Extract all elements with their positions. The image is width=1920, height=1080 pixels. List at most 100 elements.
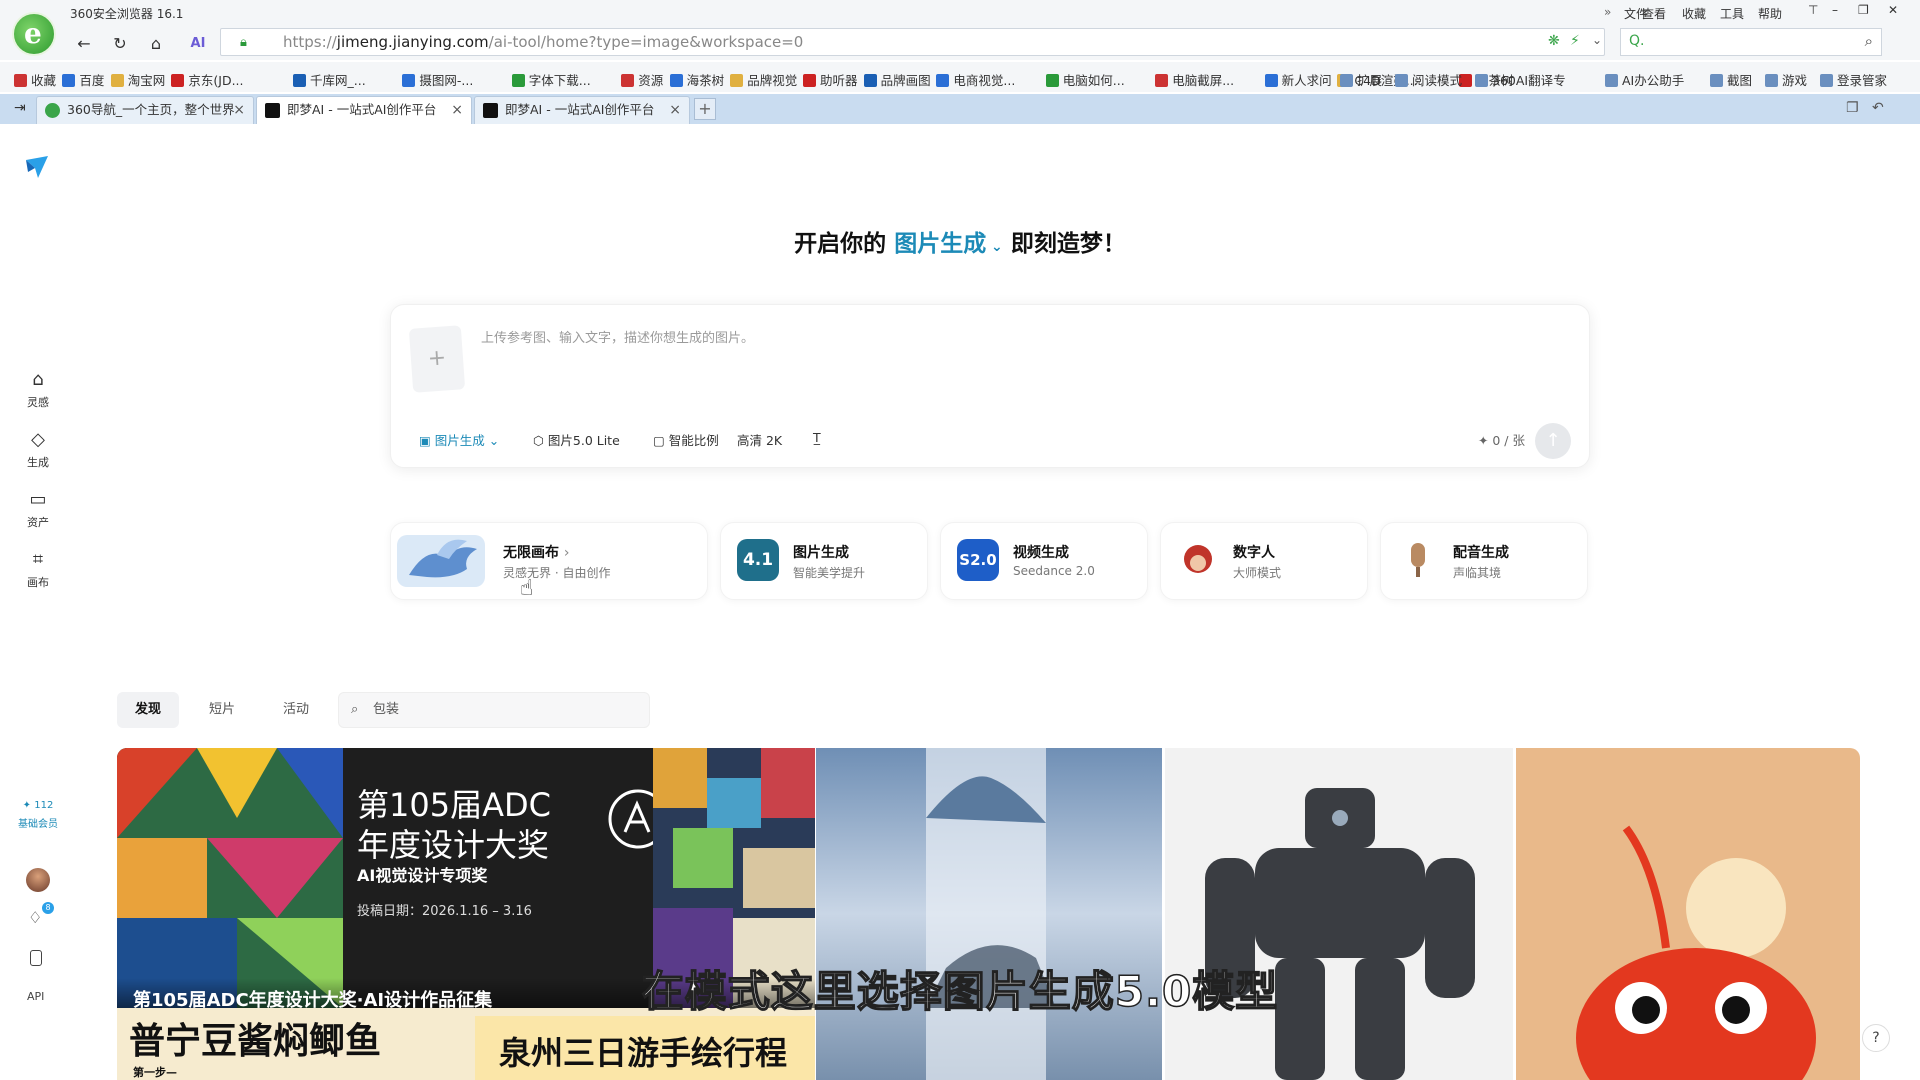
new-tab-button[interactable]: + (694, 98, 716, 120)
close-tab-icon[interactable]: × (669, 97, 681, 123)
bookmark-item[interactable]: 京东(JD... (171, 70, 244, 89)
pin-icon[interactable]: ⊤ (1808, 3, 1818, 17)
bookmark-item[interactable]: 电商视觉... (936, 70, 1015, 89)
feature-sub: 大师模式 (1233, 566, 1282, 580)
jimeng-logo-icon[interactable] (24, 154, 50, 180)
gallery-card-cartoon[interactable] (1516, 748, 1860, 1080)
send-button[interactable]: ↑ (1535, 423, 1571, 459)
feature-infinite-canvas[interactable]: 无限画布 › 灵感无界 · 自由创作 (390, 522, 708, 600)
bookmark-item[interactable]: 收藏 (14, 70, 56, 89)
bookmark-item[interactable]: 电脑截屏... (1155, 70, 1234, 89)
feature-digital-human[interactable]: 数字人 大师模式 (1160, 522, 1368, 600)
toolbar-item[interactable]: 游戏 (1765, 70, 1807, 89)
mode-select[interactable]: ▣ 图片生成 ⌄ (419, 430, 499, 449)
minimize-icon[interactable]: – (1832, 3, 1838, 17)
mode-switcher[interactable]: 图片生成 ⌄ (894, 231, 1003, 257)
feature-video-gen[interactable]: S2.0 视频生成 Seedance 2.0 (940, 522, 1148, 600)
menu-help[interactable]: 帮助 (1758, 5, 1782, 22)
toolbar-item[interactable]: 阅读模式 (1395, 70, 1462, 89)
bookmark-item[interactable]: 新人求问 (1264, 70, 1332, 89)
refresh-icon[interactable]: ↻ (108, 32, 132, 56)
credit-cost: ✦ 0 / 张 (1477, 433, 1525, 448)
model-select[interactable]: ⬡ 图片5.0 Lite (533, 430, 620, 449)
extension-icon[interactable]: ❋ (1548, 33, 1560, 49)
toolbar-icon (1340, 74, 1353, 87)
tab-jimeng-2[interactable]: 即梦AI - 一站式AI创作平台 × (474, 96, 690, 124)
tab-360-nav[interactable]: 360导航_一个主页，整个世界 × (36, 96, 254, 124)
bookmark-icon (1264, 74, 1278, 87)
feature-title: 图片生成 (793, 545, 849, 561)
prompt-input[interactable]: 上传参考图、输入文字，描述你想生成的图片。 (481, 327, 754, 346)
bookmark-item[interactable]: 千库网_... (293, 70, 366, 89)
quality-select[interactable]: 高清 2K (737, 430, 782, 449)
toolbar-item[interactable]: AI办公助手 (1605, 70, 1684, 89)
home-icon[interactable]: ⌂ (144, 32, 168, 56)
sidebar-item-generate[interactable]: ◇ 生成 (18, 430, 58, 470)
close-window-icon[interactable]: ✕ (1888, 3, 1898, 17)
close-tab-icon[interactable]: × (451, 97, 463, 123)
adc-date: 投稿日期：2026.1.16 – 3.16 (357, 904, 532, 919)
menu-tools[interactable]: 工具 (1720, 5, 1744, 22)
lightning-icon[interactable]: ⚡ (1570, 33, 1580, 49)
address-bar[interactable]: https://jimeng.jianying.com/ai-tool/home… (220, 28, 1605, 56)
ai-icon[interactable]: AI (186, 32, 210, 56)
travel-title: 泉州三日游手绘行程 (499, 1034, 788, 1072)
menu-favorites[interactable]: 收藏 (1682, 5, 1706, 22)
bookmark-item[interactable]: 百度 (62, 70, 104, 89)
avatar[interactable] (26, 868, 50, 892)
help-icon[interactable]: ? (1862, 1024, 1890, 1052)
feature-title: 数字人 (1233, 545, 1275, 561)
bookmark-item[interactable]: 助听器 (803, 70, 858, 89)
gallery-card-mountain[interactable] (816, 748, 1162, 1080)
bookmark-item[interactable]: 淘宝网 (110, 70, 165, 89)
text-settings-icon[interactable]: T̲ (813, 430, 821, 445)
tab-shorts[interactable]: 短片 (191, 692, 253, 728)
bookmark-item[interactable]: 海茶树 (669, 70, 724, 89)
travel-card[interactable]: 泉州三日游手绘行程 (475, 1016, 815, 1080)
toolbar-item[interactable]: 截图 (1710, 70, 1752, 89)
tab-jimeng-1[interactable]: 即梦AI - 一站式AI创作平台 × (256, 96, 472, 124)
restore-icon[interactable]: ❐ (1858, 3, 1869, 17)
sidebar-item-canvas[interactable]: ⌗ 画布 (18, 550, 58, 590)
toolbar-item[interactable]: 360AI翻译专 (1475, 70, 1566, 89)
image-gen-icon: 4.1 (737, 539, 779, 581)
bell-icon[interactable]: ♢ (28, 908, 42, 927)
tab-list-icon[interactable]: ❐ (1846, 100, 1859, 116)
gallery-search-input[interactable]: ⌕ 包装 (338, 692, 650, 728)
feature-voice-gen[interactable]: 配音生成 声临其境 (1380, 522, 1588, 600)
dropdown-icon[interactable]: ⌄ (1592, 33, 1602, 47)
more-icon[interactable]: » (1604, 5, 1611, 19)
toolbar-item[interactable]: 扩展 (1340, 70, 1382, 89)
microphone-icon (1411, 543, 1425, 577)
sidebar-item-assets[interactable]: ▭ 资产 (18, 490, 58, 530)
gallery-card-adc[interactable]: 第105届ADC 年度设计大奖 AI视觉设计专项奖 投稿日期：2026.1.16… (117, 748, 815, 1080)
bookmark-item[interactable]: 品牌画图 (863, 70, 931, 89)
recipe-sub: 第一步— (133, 1066, 177, 1079)
chevron-down-icon: ⌄ (986, 239, 1003, 255)
browser-search-input[interactable]: Q. ⌕ (1620, 28, 1882, 56)
bookmark-item[interactable]: 品牌视觉 (730, 70, 797, 89)
bookmark-item[interactable]: 摄图网-... (402, 70, 473, 89)
gallery-card-robot[interactable] (1165, 748, 1513, 1080)
sidebar-toggle-icon[interactable]: ⇥ (14, 100, 26, 116)
close-tab-icon[interactable]: × (233, 97, 245, 123)
credits-badge[interactable]: ✦ 112 基础会员 (12, 800, 64, 830)
bookmark-icon (14, 74, 27, 87)
ratio-select[interactable]: ▢ 智能比例 (653, 430, 719, 449)
feature-image-gen[interactable]: 4.1 图片生成 智能美学提升 (720, 522, 928, 600)
tab-discover[interactable]: 发现 (117, 692, 180, 728)
toolbar-icon (1765, 74, 1778, 87)
browser-logo-icon[interactable]: e (12, 12, 56, 56)
bookmark-item[interactable]: 字体下载... (511, 70, 591, 89)
bookmark-item[interactable]: 资源 (621, 70, 663, 89)
toolbar-item[interactable]: 登录管家 (1820, 70, 1887, 89)
undo-close-icon[interactable]: ↶ (1872, 100, 1884, 116)
search-icon[interactable]: ⌕ (1865, 32, 1873, 50)
bookmark-item[interactable]: 电脑如何... (1045, 70, 1125, 89)
sidebar-item-inspiration[interactable]: ⌂ 灵感 (18, 370, 58, 410)
upload-reference-button[interactable]: + (408, 325, 466, 393)
tab-events[interactable]: 活动 (265, 692, 327, 728)
menu-view[interactable]: 查看 (1642, 5, 1666, 22)
feature-title: 配音生成 (1453, 545, 1509, 561)
back-icon[interactable]: ← (72, 32, 96, 56)
